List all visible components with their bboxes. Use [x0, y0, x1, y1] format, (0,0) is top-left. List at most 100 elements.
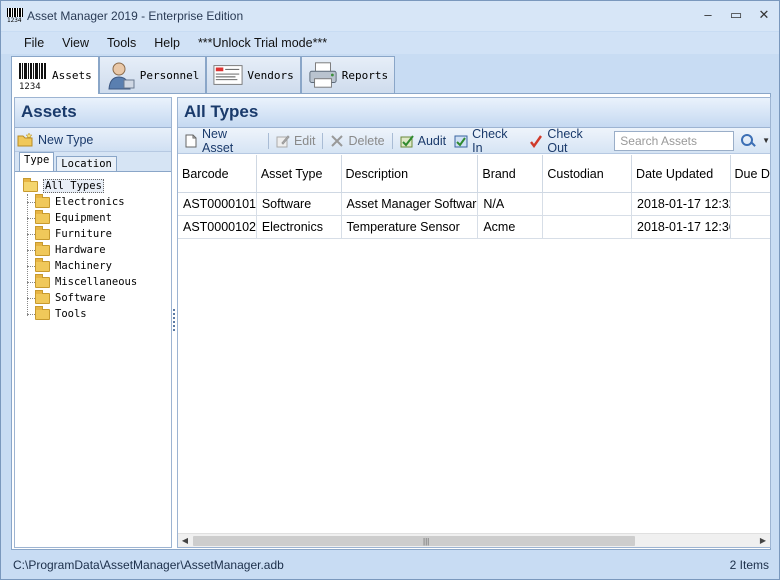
tree-node-label: Electronics	[55, 196, 125, 208]
tree-node-root[interactable]: All Types	[23, 177, 171, 194]
main-tabs: 1234 Assets Personnel Vendors Reports	[11, 56, 396, 94]
svg-text:1234: 1234	[19, 82, 41, 90]
assets-panel: Assets New Type Type Location All Types …	[14, 97, 172, 548]
printer-icon	[308, 60, 338, 90]
column-header-description[interactable]: Description	[342, 155, 479, 192]
scrollbar-thumb[interactable]: |||	[193, 536, 635, 546]
tab-assets-label: Assets	[52, 69, 92, 82]
maximize-button[interactable]: ▭	[729, 7, 743, 23]
cell-brand: Acme	[478, 216, 544, 238]
document-icon	[213, 60, 243, 90]
tab-reports-label: Reports	[341, 68, 389, 82]
check-out-button[interactable]: Check Out	[525, 127, 610, 155]
check-in-label: Check In	[472, 126, 508, 155]
menu-unlock-trial[interactable]: ***Unlock Trial mode***	[189, 36, 336, 50]
barcode-icon: 1234	[18, 61, 48, 91]
toolbar-overflow-icon[interactable]: ▼	[762, 136, 770, 145]
new-asset-button[interactable]: New Asset	[180, 127, 265, 155]
audit-button[interactable]: Audit	[396, 134, 451, 148]
tab-vendors[interactable]: Vendors	[206, 56, 301, 93]
cell-date-updated: 2018-01-17 12:32	[632, 193, 731, 215]
horizontal-scrollbar[interactable]: ◀ ||| ▶	[178, 533, 770, 547]
tab-reports[interactable]: Reports	[300, 56, 396, 93]
tree-node-label: Miscellaneous	[55, 276, 138, 288]
title-bar: 1234 Asset Manager 2019 - Enterprise Edi…	[1, 1, 779, 31]
tree-node-electronics[interactable]: Electronics	[23, 193, 171, 210]
folder-icon	[35, 225, 50, 240]
tree-node-equipment[interactable]: Equipment	[23, 209, 171, 226]
tree-node-label: Machinery	[55, 260, 112, 272]
database-path: C:\ProgramData\AssetManager\AssetManager…	[13, 558, 284, 572]
search-icon[interactable]	[740, 133, 756, 149]
delete-button[interactable]: Delete	[326, 134, 388, 148]
tree-node-label: Furniture	[55, 228, 112, 240]
folder-open-icon	[23, 177, 38, 192]
new-folder-icon	[17, 131, 35, 147]
status-bar: C:\ProgramData\AssetManager\AssetManager…	[1, 551, 779, 579]
cell-barcode: AST0000101	[178, 193, 257, 215]
table-row[interactable]: AST0000102 Electronics Temperature Senso…	[178, 216, 770, 239]
edit-icon	[276, 134, 290, 148]
search-input[interactable]: Search Assets	[614, 130, 735, 151]
table-row[interactable]: AST0000101 Software Asset Manager Softwa…	[178, 193, 770, 216]
folder-icon	[35, 305, 50, 320]
column-header-date-updated[interactable]: Date Updated	[632, 155, 731, 192]
audit-label: Audit	[417, 133, 447, 148]
cell-asset-type: Software	[257, 193, 342, 215]
assets-list-panel: All Types New Asset Edit Delete Audit Ch…	[177, 97, 771, 548]
subtab-type[interactable]: Type	[19, 152, 55, 171]
folder-icon	[35, 273, 50, 288]
tree-node-tools[interactable]: Tools	[23, 305, 171, 322]
cell-due-date	[731, 216, 770, 238]
edit-button[interactable]: Edit	[272, 134, 320, 148]
tree-node-software[interactable]: Software	[23, 289, 171, 306]
tree-node-label: Tools	[55, 308, 87, 320]
column-header-barcode[interactable]: Barcode	[178, 155, 257, 192]
new-document-icon	[184, 134, 198, 148]
menu-bar: File View Tools Help ***Unlock Trial mod…	[1, 32, 779, 54]
column-header-custodian[interactable]: Custodian	[543, 155, 633, 192]
menu-tools[interactable]: Tools	[98, 36, 145, 50]
folder-icon	[35, 209, 50, 224]
edit-label: Edit	[293, 133, 316, 148]
tree-node-label: Equipment	[55, 212, 112, 224]
check-in-button[interactable]: Check In	[450, 127, 525, 155]
column-header-brand[interactable]: Brand	[478, 155, 544, 192]
toolbar-separator	[322, 132, 324, 149]
app-window: 1234 Asset Manager 2019 - Enterprise Edi…	[0, 0, 780, 580]
menu-help[interactable]: Help	[145, 36, 189, 50]
tab-assets[interactable]: 1234 Assets	[11, 56, 99, 94]
tree-node-hardware[interactable]: Hardware	[23, 241, 171, 258]
toolbar-separator	[267, 132, 269, 149]
close-button[interactable]: ✕	[757, 7, 771, 23]
audit-icon	[400, 134, 414, 148]
asset-toolbar: New Asset Edit Delete Audit Check In Che…	[178, 127, 770, 155]
tab-personnel-label: Personnel	[139, 68, 200, 82]
cell-brand: N/A	[478, 193, 544, 215]
column-header-due-date[interactable]: Due D	[731, 155, 770, 192]
cell-custodian	[543, 216, 633, 238]
tab-personnel[interactable]: Personnel	[98, 56, 207, 93]
tree-node-label: Software	[55, 292, 106, 304]
tree-node-machinery[interactable]: Machinery	[23, 257, 171, 274]
new-type-label: New Type	[38, 132, 94, 147]
cell-description: Temperature Sensor	[342, 216, 479, 238]
column-header-asset-type[interactable]: Asset Type	[257, 155, 342, 192]
new-type-button[interactable]: New Type	[15, 128, 171, 152]
person-icon	[106, 60, 136, 90]
menu-view[interactable]: View	[53, 36, 98, 50]
cell-description: Asset Manager Software	[342, 193, 479, 215]
cell-date-updated: 2018-01-17 12:36	[632, 216, 731, 238]
tree-node-furniture[interactable]: Furniture	[23, 225, 171, 242]
scrollbar-grip-icon: |||	[423, 537, 430, 546]
scroll-right-icon[interactable]: ▶	[756, 536, 770, 545]
panel-splitter-handle[interactable]	[173, 309, 176, 331]
list-title: All Types	[178, 98, 770, 128]
scroll-left-icon[interactable]: ◀	[178, 536, 192, 545]
window-title: Asset Manager 2019 - Enterprise Edition	[27, 9, 244, 23]
minimize-button[interactable]: –	[701, 7, 715, 23]
tree-node-miscellaneous[interactable]: Miscellaneous	[23, 273, 171, 290]
toolbar-separator	[391, 132, 393, 149]
subtab-location[interactable]: Location	[56, 156, 117, 171]
menu-file[interactable]: File	[15, 36, 53, 50]
